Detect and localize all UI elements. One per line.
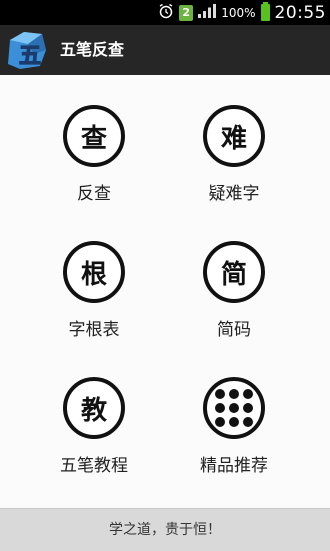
- apps-grid-icon: [203, 377, 265, 439]
- jian-char-icon: 简: [203, 241, 265, 303]
- main-menu: 查 反查 难 疑难字 根 字根表 简 简码 教 五笔教程 精品推荐: [0, 75, 330, 508]
- menu-item-label: 简码: [217, 320, 251, 340]
- menu-item-difficult-chars[interactable]: 难 疑难字: [174, 75, 294, 204]
- footer-slogan: 学之道，贵于恒！: [0, 508, 330, 551]
- gen-char-icon: 根: [63, 241, 125, 303]
- menu-item-tutorial[interactable]: 教 五笔教程: [34, 347, 154, 476]
- menu-item-reverse-lookup[interactable]: 查 反查: [34, 75, 154, 204]
- menu-item-label: 五笔教程: [60, 456, 128, 476]
- menu-item-label: 反查: [77, 184, 111, 204]
- cha-char-icon: 查: [63, 105, 125, 167]
- battery-icon: [260, 2, 270, 21]
- notification-badge: 2: [179, 4, 194, 21]
- alarm-clock-icon: [158, 3, 174, 23]
- nan-char-icon: 难: [203, 105, 265, 167]
- menu-item-label: 疑难字: [208, 184, 260, 204]
- page-title: 五笔反查: [60, 40, 125, 59]
- svg-text:五: 五: [19, 44, 41, 69]
- jiao-char-icon: 教: [63, 377, 125, 439]
- menu-item-radical-table[interactable]: 根 字根表: [34, 211, 154, 340]
- status-bar-indicators: 2 100% 20:55: [158, 0, 326, 25]
- app-logo-icon[interactable]: 五: [6, 30, 48, 70]
- status-bar: 2 100% 20:55: [0, 0, 330, 25]
- signal-icon: [198, 3, 217, 22]
- menu-item-recommended-apps[interactable]: 精品推荐: [174, 347, 294, 476]
- clock-time: 20:55: [274, 2, 326, 23]
- app-title-bar: 五 五笔反查: [0, 25, 330, 75]
- battery-percent: 100%: [221, 5, 256, 20]
- menu-item-short-codes[interactable]: 简 简码: [174, 211, 294, 340]
- menu-item-label: 字根表: [68, 320, 120, 340]
- menu-item-label: 精品推荐: [200, 456, 268, 476]
